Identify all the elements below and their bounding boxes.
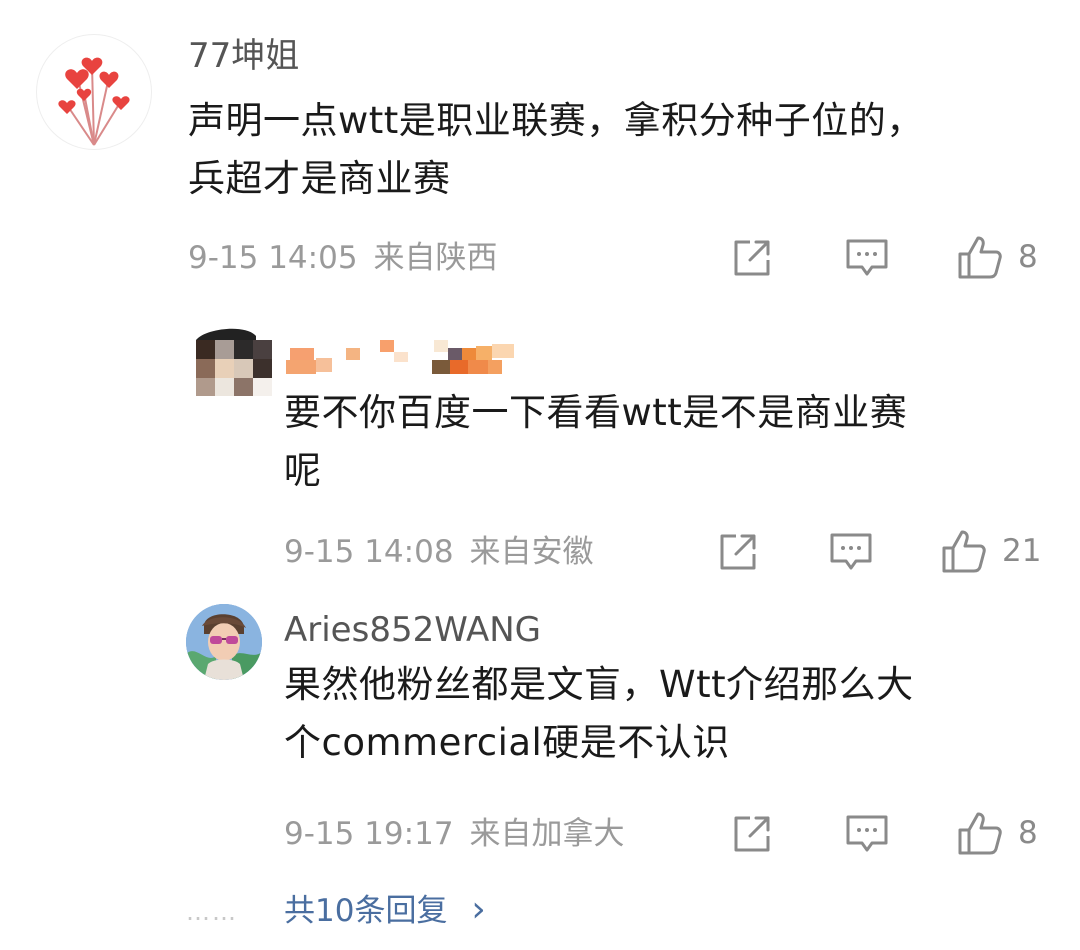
person-photo-icon <box>186 604 262 680</box>
comment-text: 果然他粉丝都是文盲，Wtt介绍那么大 个commercial硬是不认识 <box>284 656 1054 772</box>
share-icon <box>734 816 770 852</box>
thumbs-up-icon <box>958 812 1002 855</box>
comment-line: 果然他粉丝都是文盲，Wtt介绍那么大 <box>284 663 914 706</box>
share-icon <box>734 240 770 276</box>
comment-meta: 9-15 19:17 来自加拿大 <box>284 814 625 854</box>
like-count: 8 <box>1018 815 1038 851</box>
comment-meta: 9-15 14:05 来自陕西 <box>188 238 498 278</box>
pixelated-username-icon <box>286 340 514 374</box>
like-button[interactable]: 8 <box>956 234 1038 280</box>
share-button[interactable] <box>730 812 774 856</box>
comment-icon <box>846 239 888 276</box>
comment-button[interactable] <box>844 812 890 856</box>
user-avatar[interactable] <box>196 326 272 402</box>
user-avatar[interactable] <box>186 604 262 680</box>
comment-text: 要不你百度一下看看wtt是不是商业赛 呢 <box>284 384 1044 500</box>
comment-3: Aries852WANG 果然他粉丝都是文盲，Wtt介绍那么大 个commerc… <box>0 590 1080 860</box>
like-count: 8 <box>1018 239 1038 275</box>
thumbs-up-icon <box>958 236 1002 279</box>
comment-meta: 9-15 14:08 来自安徽 <box>284 532 594 572</box>
comment-icon <box>830 533 872 570</box>
share-button[interactable] <box>716 530 760 574</box>
user-avatar[interactable] <box>36 34 152 150</box>
thumbs-up-icon <box>942 530 986 573</box>
comment-button[interactable] <box>844 236 890 280</box>
username[interactable]: Aries852WANG <box>284 610 541 650</box>
view-more-replies-link[interactable]: 共10条回复 › <box>284 890 486 931</box>
comment-line: 个commercial硬是不认识 <box>284 721 730 764</box>
comment-line: 要不你百度一下看看wtt是不是商业赛 <box>284 391 908 434</box>
comment-1: 77坤姐 声明一点wtt是职业联赛，拿积分种子位的， 兵超才是商业赛 9-15 … <box>0 0 1080 300</box>
chevron-right-icon: › <box>471 889 486 930</box>
share-icon <box>720 534 756 570</box>
timestamp: 9-15 19:17 <box>284 816 454 852</box>
timestamp: 9-15 14:05 <box>188 240 358 276</box>
location: 来自陕西 <box>373 240 498 276</box>
username[interactable]: 77坤姐 <box>188 36 299 76</box>
like-button[interactable]: 8 <box>956 810 1038 856</box>
more-replies-label: 共10条回复 <box>284 893 448 929</box>
location: 来自安徽 <box>469 534 594 570</box>
pixelated-avatar-icon <box>196 328 272 396</box>
comment-line: 兵超才是商业赛 <box>188 157 451 200</box>
username-pixelated[interactable] <box>286 334 526 378</box>
comment-line: 声明一点wtt是职业联赛，拿积分种子位的， <box>188 99 924 142</box>
location: 来自加拿大 <box>469 816 625 852</box>
comment-icon <box>846 815 888 852</box>
comment-line: 呢 <box>284 449 322 492</box>
more-dots: …… <box>186 898 238 926</box>
share-button[interactable] <box>730 236 774 280</box>
comment-2: 要不你百度一下看看wtt是不是商业赛 呢 9-15 14:08 来自安徽 21 <box>0 300 1080 590</box>
comment-text: 声明一点wtt是职业联赛，拿积分种子位的， 兵超才是商业赛 <box>188 92 1058 208</box>
timestamp: 9-15 14:08 <box>284 534 454 570</box>
like-button[interactable]: 21 <box>940 528 1041 574</box>
comment-button[interactable] <box>828 530 874 574</box>
like-count: 21 <box>1002 533 1042 569</box>
heart-balloons-icon <box>58 57 130 146</box>
